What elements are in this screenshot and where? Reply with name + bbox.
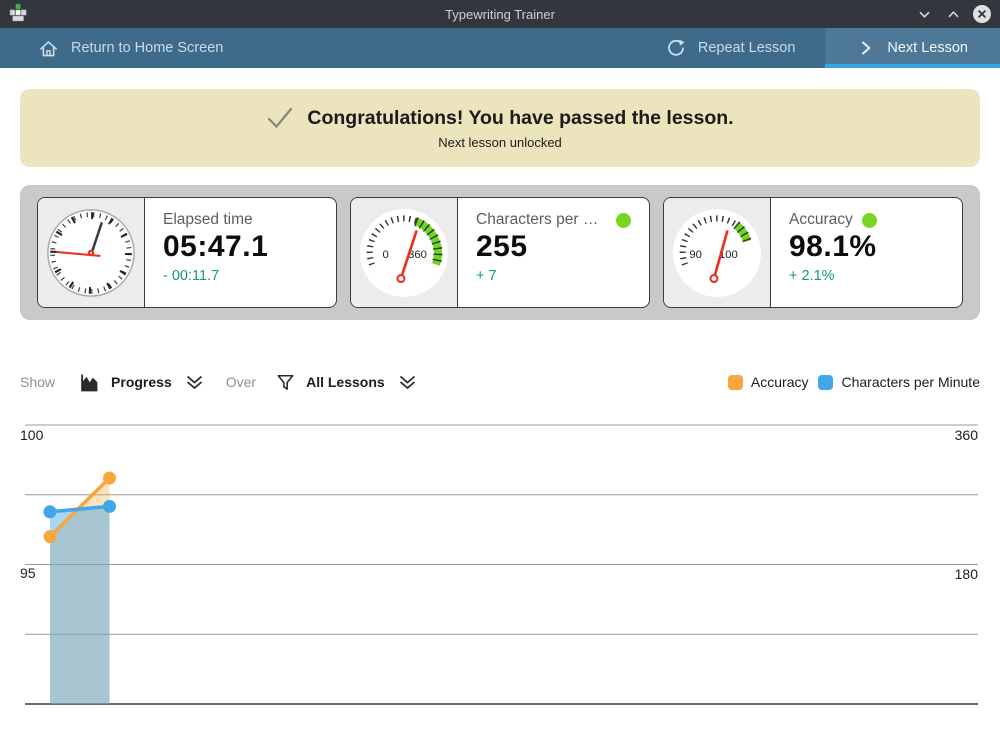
next-lesson-button[interactable]: Next Lesson [825, 28, 1000, 68]
navigation-bar: Return to Home Screen Repeat Lesson Next… [0, 28, 1000, 68]
improvement-badge [616, 213, 631, 228]
gauge-min-label: 90 [689, 249, 702, 261]
check-icon [266, 106, 294, 130]
cpm-swatch [818, 375, 833, 390]
cpm-card: 0 360 Characters per Min... 255 + 7 [350, 197, 650, 308]
chevron-up-icon [946, 7, 961, 22]
close-button[interactable] [972, 4, 992, 24]
show-label: Show [20, 374, 55, 390]
close-icon [972, 4, 992, 24]
stat-label: Characters per Min... [476, 211, 607, 229]
improvement-badge [862, 213, 877, 228]
accuracy-card: 90 100 Accuracy 98.1% + 2.1% [663, 197, 963, 308]
stat-delta: - 00:11.7 [163, 268, 268, 284]
success-banner: Congratulations! You have passed the les… [20, 89, 980, 167]
refresh-icon [666, 38, 686, 58]
chart-legend: Accuracy Characters per Minute [728, 374, 980, 390]
metric-selector-value: Progress [111, 374, 172, 390]
metric-selector[interactable]: Progress [79, 372, 206, 393]
window-titlebar: Typewriting Trainer [0, 0, 1000, 28]
legend-label: Characters per Minute [841, 374, 980, 390]
accuracy-gauge-icon: 90 100 [664, 198, 771, 307]
next-lesson-label: Next Lesson [887, 40, 968, 56]
double-chevron-down-icon [183, 372, 206, 392]
elapsed-time-card: Elapsed time 05:47.1 - 00:11.7 [37, 197, 337, 308]
filter-icon [276, 373, 295, 392]
over-label: Over [226, 374, 256, 390]
stat-value: 255 [476, 230, 631, 264]
stat-delta: + 7 [476, 268, 631, 284]
double-chevron-down-icon [396, 372, 419, 392]
gauge-min-label: 0 [383, 249, 389, 261]
minimize-button[interactable] [914, 4, 934, 24]
return-home-button[interactable]: Return to Home Screen [0, 28, 241, 68]
chevron-right-icon [857, 39, 875, 57]
stat-label: Accuracy [789, 211, 853, 229]
banner-title: Congratulations! You have passed the les… [307, 107, 733, 130]
accuracy-swatch [728, 375, 743, 390]
legend-label: Accuracy [751, 374, 809, 390]
stat-label: Elapsed time [163, 211, 253, 229]
banner-subtitle: Next lesson unlocked [438, 135, 562, 150]
home-icon [38, 38, 59, 59]
repeat-lesson-button[interactable]: Repeat Lesson [648, 28, 814, 68]
legend-item-cpm: Characters per Minute [818, 374, 980, 390]
window-title: Typewriting Trainer [0, 7, 1000, 22]
chart-controls: Show Progress Over All Lessons Accuracy … [20, 366, 980, 398]
area-chart-icon [79, 372, 100, 393]
stat-delta: + 2.1% [789, 268, 877, 284]
right-axis-tick-360: 360 [955, 427, 978, 443]
return-home-label: Return to Home Screen [71, 40, 223, 56]
clock-icon [38, 198, 145, 307]
left-axis-tick-95: 95 [20, 565, 36, 581]
stat-value: 05:47.1 [163, 230, 268, 264]
legend-item-accuracy: Accuracy [728, 374, 809, 390]
maximize-button[interactable] [943, 4, 963, 24]
lesson-filter-value: All Lessons [306, 374, 385, 390]
speed-gauge-icon: 0 360 [351, 198, 458, 307]
chevron-down-icon [917, 7, 932, 22]
right-axis-tick-180: 180 [955, 566, 978, 582]
stats-panel: Elapsed time 05:47.1 - 00:11.7 0 360 Cha… [20, 185, 980, 320]
left-axis-tick-100: 100 [20, 427, 43, 443]
stat-value: 98.1% [789, 230, 877, 264]
repeat-lesson-label: Repeat Lesson [698, 40, 796, 56]
lesson-filter-selector[interactable]: All Lessons [276, 372, 419, 392]
